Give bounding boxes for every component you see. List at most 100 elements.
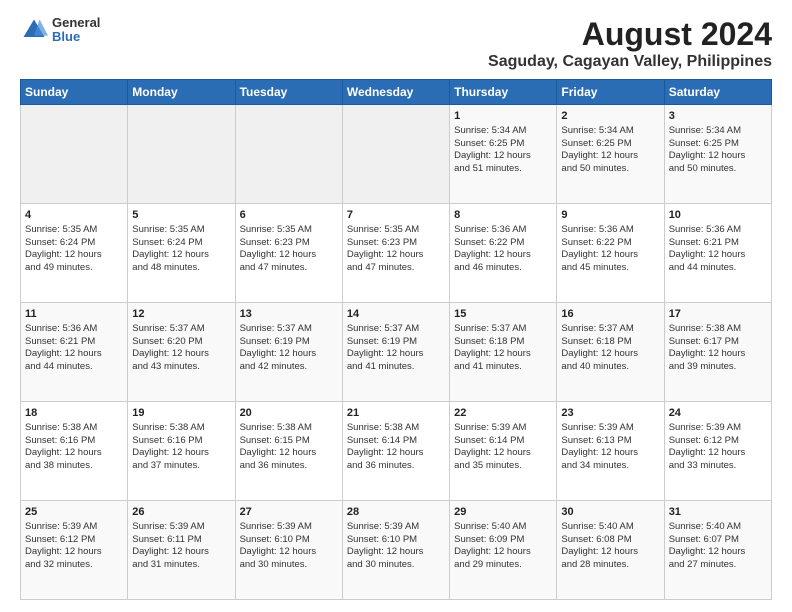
cell-info: Sunrise: 5:35 AM: [240, 224, 338, 237]
calendar-cell: 16Sunrise: 5:37 AMSunset: 6:18 PMDayligh…: [557, 303, 664, 402]
cell-info: Daylight: 12 hours: [240, 447, 338, 460]
logo-icon: [20, 16, 48, 44]
cell-info: Sunset: 6:21 PM: [669, 237, 767, 250]
cell-info: and 36 minutes.: [240, 460, 338, 473]
cell-info: Sunrise: 5:39 AM: [669, 422, 767, 435]
cell-info: and 34 minutes.: [561, 460, 659, 473]
cell-info: Sunrise: 5:40 AM: [669, 521, 767, 534]
cell-info: and 48 minutes.: [132, 262, 230, 275]
cell-info: Daylight: 12 hours: [132, 249, 230, 262]
logo-line2: Blue: [52, 30, 100, 44]
cell-info: Daylight: 12 hours: [454, 447, 552, 460]
calendar-cell: 19Sunrise: 5:38 AMSunset: 6:16 PMDayligh…: [128, 402, 235, 501]
calendar-cell: 10Sunrise: 5:36 AMSunset: 6:21 PMDayligh…: [664, 204, 771, 303]
cell-info: Daylight: 12 hours: [347, 546, 445, 559]
day-number: 16: [561, 307, 659, 322]
cell-info: Sunrise: 5:37 AM: [132, 323, 230, 336]
cell-info: Sunset: 6:14 PM: [347, 435, 445, 448]
cell-info: Sunrise: 5:34 AM: [561, 125, 659, 138]
day-number: 20: [240, 406, 338, 421]
cell-info: Sunset: 6:17 PM: [669, 336, 767, 349]
cell-info: and 44 minutes.: [25, 361, 123, 374]
title-block: August 2024 Saguday, Cagayan Valley, Phi…: [488, 16, 772, 71]
header: General Blue August 2024 Saguday, Cagaya…: [20, 16, 772, 71]
cell-info: Daylight: 12 hours: [347, 447, 445, 460]
cell-info: and 50 minutes.: [561, 163, 659, 176]
cell-info: Sunset: 6:23 PM: [347, 237, 445, 250]
page-subtitle: Saguday, Cagayan Valley, Philippines: [488, 53, 772, 71]
cell-info: and 41 minutes.: [454, 361, 552, 374]
cell-info: Sunset: 6:22 PM: [454, 237, 552, 250]
day-number: 14: [347, 307, 445, 322]
day-number: 22: [454, 406, 552, 421]
cell-info: Daylight: 12 hours: [561, 150, 659, 163]
cell-info: Sunset: 6:16 PM: [132, 435, 230, 448]
cell-info: and 33 minutes.: [669, 460, 767, 473]
cell-info: Sunrise: 5:37 AM: [454, 323, 552, 336]
calendar-cell: [235, 105, 342, 204]
calendar-cell: 6Sunrise: 5:35 AMSunset: 6:23 PMDaylight…: [235, 204, 342, 303]
cell-info: Daylight: 12 hours: [669, 447, 767, 460]
day-number: 5: [132, 208, 230, 223]
day-number: 10: [669, 208, 767, 223]
calendar-cell: 14Sunrise: 5:37 AMSunset: 6:19 PMDayligh…: [342, 303, 449, 402]
cell-info: and 27 minutes.: [669, 559, 767, 572]
cell-info: Sunrise: 5:37 AM: [347, 323, 445, 336]
day-number: 26: [132, 505, 230, 520]
cell-info: Sunrise: 5:36 AM: [25, 323, 123, 336]
cell-info: Daylight: 12 hours: [454, 150, 552, 163]
cell-info: Sunrise: 5:39 AM: [132, 521, 230, 534]
cell-info: Daylight: 12 hours: [454, 348, 552, 361]
calendar-cell: 11Sunrise: 5:36 AMSunset: 6:21 PMDayligh…: [21, 303, 128, 402]
calendar-cell: 30Sunrise: 5:40 AMSunset: 6:08 PMDayligh…: [557, 501, 664, 600]
day-number: 25: [25, 505, 123, 520]
cell-info: Sunrise: 5:39 AM: [561, 422, 659, 435]
cell-info: Sunrise: 5:38 AM: [240, 422, 338, 435]
day-number: 9: [561, 208, 659, 223]
cell-info: Sunrise: 5:39 AM: [454, 422, 552, 435]
cell-info: Sunset: 6:10 PM: [240, 534, 338, 547]
calendar-cell: 1Sunrise: 5:34 AMSunset: 6:25 PMDaylight…: [450, 105, 557, 204]
cell-info: Sunset: 6:23 PM: [240, 237, 338, 250]
cell-info: Sunset: 6:11 PM: [132, 534, 230, 547]
cell-info: and 39 minutes.: [669, 361, 767, 374]
cell-info: and 29 minutes.: [454, 559, 552, 572]
calendar-cell: 28Sunrise: 5:39 AMSunset: 6:10 PMDayligh…: [342, 501, 449, 600]
calendar-cell: 3Sunrise: 5:34 AMSunset: 6:25 PMDaylight…: [664, 105, 771, 204]
day-number: 12: [132, 307, 230, 322]
day-number: 2: [561, 109, 659, 124]
day-number: 27: [240, 505, 338, 520]
day-number: 19: [132, 406, 230, 421]
cell-info: Sunrise: 5:34 AM: [454, 125, 552, 138]
calendar-cell: 18Sunrise: 5:38 AMSunset: 6:16 PMDayligh…: [21, 402, 128, 501]
calendar-cell: 23Sunrise: 5:39 AMSunset: 6:13 PMDayligh…: [557, 402, 664, 501]
logo-line1: General: [52, 16, 100, 30]
cell-info: Sunset: 6:15 PM: [240, 435, 338, 448]
cell-info: Daylight: 12 hours: [347, 249, 445, 262]
cell-info: Sunset: 6:20 PM: [132, 336, 230, 349]
cell-info: Sunset: 6:09 PM: [454, 534, 552, 547]
cell-info: Sunrise: 5:38 AM: [347, 422, 445, 435]
logo-text: General Blue: [52, 16, 100, 45]
cell-info: Daylight: 12 hours: [240, 348, 338, 361]
cell-info: Sunrise: 5:35 AM: [132, 224, 230, 237]
cell-info: Sunrise: 5:40 AM: [561, 521, 659, 534]
cell-info: Sunrise: 5:37 AM: [240, 323, 338, 336]
cell-info: and 47 minutes.: [240, 262, 338, 275]
calendar-cell: 9Sunrise: 5:36 AMSunset: 6:22 PMDaylight…: [557, 204, 664, 303]
calendar-cell: [21, 105, 128, 204]
cell-info: Sunset: 6:12 PM: [25, 534, 123, 547]
cell-info: Daylight: 12 hours: [25, 348, 123, 361]
day-number: 21: [347, 406, 445, 421]
calendar-day-header: Wednesday: [342, 80, 449, 105]
cell-info: Sunset: 6:08 PM: [561, 534, 659, 547]
cell-info: Daylight: 12 hours: [669, 348, 767, 361]
day-number: 17: [669, 307, 767, 322]
cell-info: Daylight: 12 hours: [561, 447, 659, 460]
calendar-day-header: Friday: [557, 80, 664, 105]
cell-info: and 50 minutes.: [669, 163, 767, 176]
calendar-cell: 17Sunrise: 5:38 AMSunset: 6:17 PMDayligh…: [664, 303, 771, 402]
calendar-cell: 21Sunrise: 5:38 AMSunset: 6:14 PMDayligh…: [342, 402, 449, 501]
cell-info: and 36 minutes.: [347, 460, 445, 473]
cell-info: and 46 minutes.: [454, 262, 552, 275]
